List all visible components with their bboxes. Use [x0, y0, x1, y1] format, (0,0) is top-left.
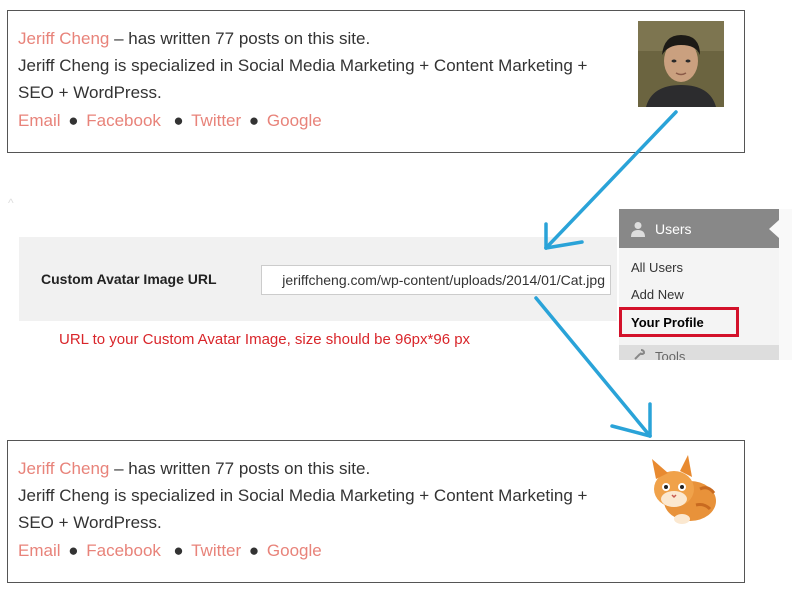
social-links: Email ● Facebook ● Twitter ● Google: [18, 111, 322, 131]
twitter-link[interactable]: Twitter: [191, 541, 241, 560]
person-photo-icon: [638, 21, 724, 107]
menu-tools-label: Tools: [655, 349, 686, 360]
separator-dot: ●: [173, 111, 184, 130]
custom-avatar-label: Custom Avatar Image URL: [41, 271, 217, 287]
collapse-caret-icon[interactable]: ^: [8, 196, 14, 210]
separator-dot: ●: [248, 111, 260, 130]
social-links: Email ● Facebook ● Twitter ● Google: [18, 541, 322, 561]
posts-count-text: – has written 77 posts on this site.: [109, 29, 371, 48]
your-profile-highlight: [619, 307, 739, 337]
author-bio: Jeriff Cheng – has written 77 posts on t…: [18, 455, 618, 536]
custom-avatar-url-input[interactable]: jeriffcheng.com/wp-content/uploads/2014/…: [261, 265, 611, 295]
facebook-link[interactable]: Facebook: [86, 111, 161, 130]
author-bio: Jeriff Cheng – has written 77 posts on t…: [18, 25, 618, 106]
author-avatar-photo: [638, 21, 724, 107]
person-icon: [631, 221, 645, 240]
custom-avatar-help-text: URL to your Custom Avatar Image, size sh…: [59, 331, 471, 348]
wrench-icon: [633, 349, 646, 360]
separator-dot: ●: [248, 541, 260, 560]
current-menu-pointer: [769, 220, 779, 238]
author-name-link[interactable]: Jeriff Cheng: [18, 29, 109, 48]
author-box-top: Jeriff Cheng – has written 77 posts on t…: [7, 10, 745, 153]
menu-users-label: Users: [655, 221, 692, 237]
submenu-add-new[interactable]: Add New: [631, 287, 684, 302]
cat-icon: [652, 455, 716, 524]
bio-text: Jeriff Cheng is specialized in Social Me…: [18, 486, 588, 532]
custom-avatar-url-value: jeriffcheng.com/wp-content/uploads/2014/…: [282, 272, 605, 288]
menu-users-header[interactable]: Users: [619, 209, 779, 248]
separator-dot: ●: [68, 541, 79, 560]
wp-admin-menu: Users All Users Add New Your Profile Too…: [619, 209, 792, 360]
email-link[interactable]: Email: [18, 111, 61, 130]
separator-dot: ●: [68, 111, 79, 130]
google-link[interactable]: Google: [267, 541, 322, 560]
twitter-link[interactable]: Twitter: [191, 111, 241, 130]
google-link[interactable]: Google: [267, 111, 322, 130]
menu-tools-header[interactable]: Tools: [619, 345, 779, 360]
email-link[interactable]: Email: [18, 541, 61, 560]
separator-dot: ●: [173, 541, 184, 560]
facebook-link[interactable]: Facebook: [86, 541, 161, 560]
posts-count-text: – has written 77 posts on this site.: [109, 459, 371, 478]
author-box-bottom: Jeriff Cheng – has written 77 posts on t…: [7, 440, 745, 583]
author-name-link[interactable]: Jeriff Cheng: [18, 459, 109, 478]
submenu-all-users[interactable]: All Users: [631, 260, 683, 275]
author-avatar-cat: [638, 449, 724, 535]
bio-text: Jeriff Cheng is specialized in Social Me…: [18, 56, 588, 102]
custom-avatar-settings-row: Custom Avatar Image URL jeriffcheng.com/…: [19, 237, 617, 321]
